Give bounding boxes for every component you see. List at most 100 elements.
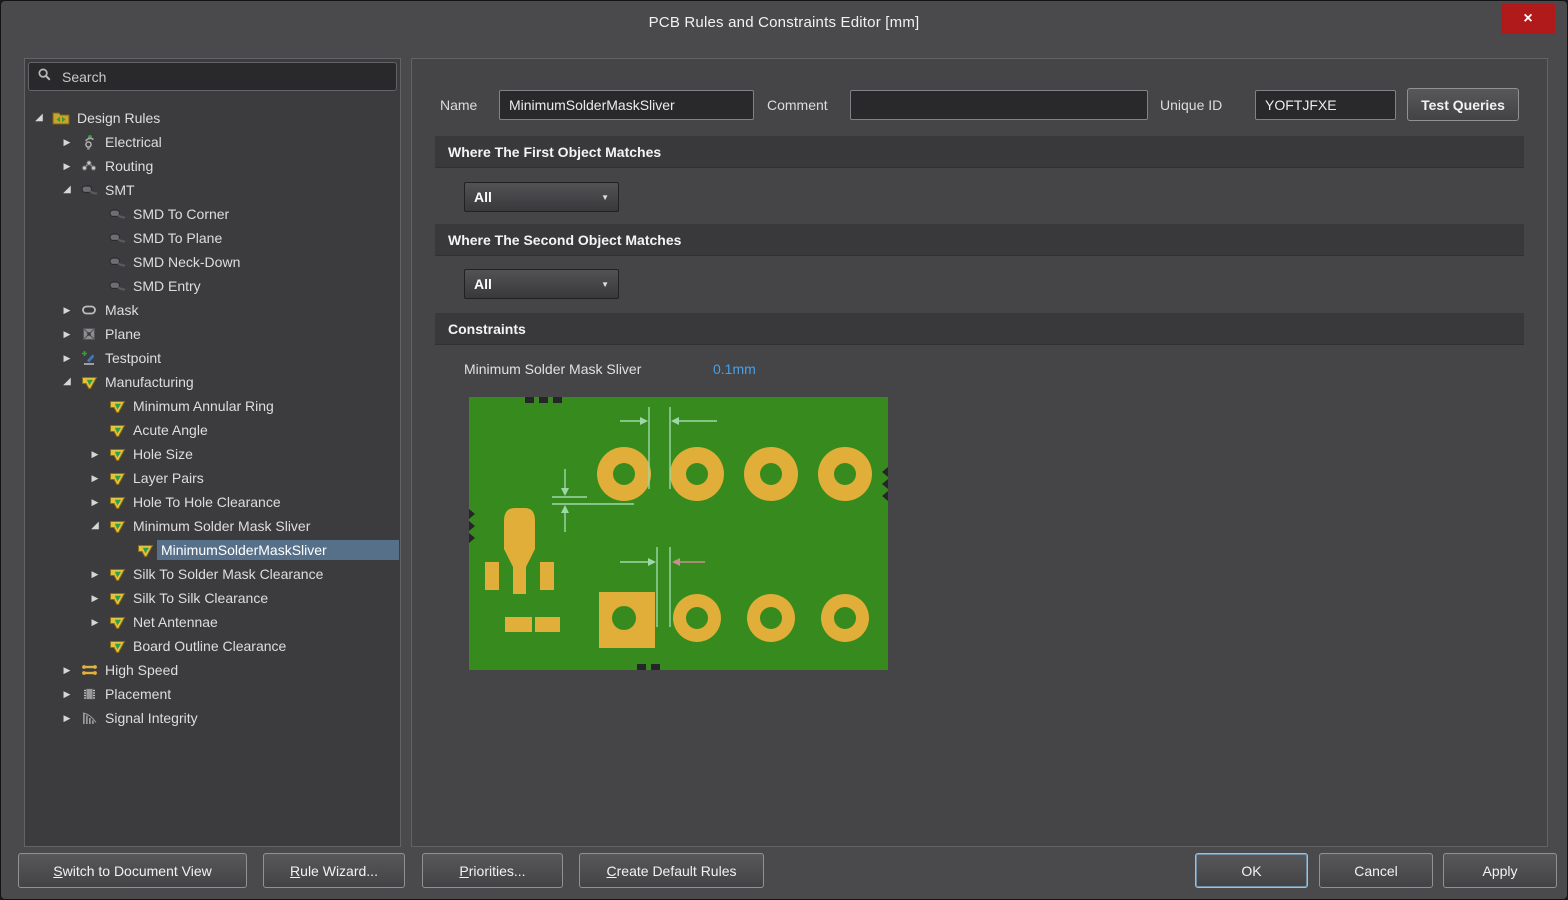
first-object-section-header: Where The First Object Matches	[435, 136, 1524, 168]
constraints-section-header: Constraints	[435, 313, 1524, 345]
expand-arrow-icon[interactable]: ▶	[85, 562, 105, 586]
rules-tree-panel: ◢Design Rules▶Electrical▶Routing◢SMTSMD …	[24, 58, 401, 847]
smt-icon	[77, 183, 101, 197]
tree-item-label: SMD Entry	[129, 276, 205, 296]
tree-item-electrical[interactable]: ▶Electrical	[25, 130, 400, 154]
tree-item-label: Hole To Hole Clearance	[129, 492, 285, 512]
routing-icon	[77, 158, 101, 174]
search-input[interactable]	[60, 68, 388, 86]
unique-id-field[interactable]	[1255, 90, 1396, 120]
tree-item-label: MinimumSolderMaskSliver	[157, 540, 399, 560]
tree-item-smd-to-corner[interactable]: SMD To Corner	[25, 202, 400, 226]
rules-tree: ◢Design Rules▶Electrical▶Routing◢SMTSMD …	[25, 106, 400, 846]
tree-item-label: Placement	[101, 684, 175, 704]
collapse-arrow-icon[interactable]: ◢	[57, 178, 77, 202]
test-queries-button[interactable]: Test Queries	[1407, 88, 1519, 121]
tree-item-smt[interactable]: ◢SMT	[25, 178, 400, 202]
tree-item-silk-to-silk-clearance[interactable]: ▶Silk To Silk Clearance	[25, 586, 400, 610]
titlebar: PCB Rules and Constraints Editor [mm] ×	[1, 1, 1567, 47]
tree-item-testpoint[interactable]: ▶Testpoint	[25, 346, 400, 370]
switch-to-document-view-button[interactable]: Switch to Document View	[18, 853, 247, 888]
manufacturing-icon	[105, 591, 129, 606]
manufacturing-icon	[105, 447, 129, 462]
tree-item-smd-entry[interactable]: SMD Entry	[25, 274, 400, 298]
tree-item-signal-integrity[interactable]: ▶Signal Integrity	[25, 706, 400, 730]
testpoint-icon	[77, 350, 101, 366]
design-rules-icon	[49, 110, 73, 126]
expand-arrow-icon[interactable]: ▶	[85, 586, 105, 610]
tree-item-plane[interactable]: ▶Plane	[25, 322, 400, 346]
collapse-arrow-icon[interactable]: ◢	[57, 370, 77, 394]
plane-icon	[77, 326, 101, 342]
manufacturing-icon	[105, 471, 129, 486]
expand-arrow-icon[interactable]: ▶	[57, 154, 77, 178]
tree-item-hole-to-hole-clearance[interactable]: ▶ Hole To Hole Clearance	[25, 490, 400, 514]
second-object-section-header: Where The Second Object Matches	[435, 224, 1524, 256]
second-object-dropdown[interactable]: All ▼	[464, 269, 619, 299]
pcb-rules-dialog: PCB Rules and Constraints Editor [mm] × …	[0, 0, 1568, 900]
rule-wizard-button[interactable]: Rule Wizard...	[263, 853, 405, 888]
tree-item-mask[interactable]: ▶Mask	[25, 298, 400, 322]
collapse-arrow-icon[interactable]: ◢	[85, 514, 105, 538]
pcb-constraint-diagram	[469, 397, 888, 670]
collapse-arrow-icon[interactable]: ◢	[29, 106, 49, 130]
first-object-dropdown[interactable]: All ▼	[464, 182, 619, 212]
constraint-label: Minimum Solder Mask Sliver	[464, 357, 641, 381]
tree-item-label: SMD Neck-Down	[129, 252, 244, 272]
expand-arrow-icon[interactable]: ▶	[57, 322, 77, 346]
tree-item-label: Minimum Solder Mask Sliver	[129, 516, 314, 536]
rule-editor-panel: Name Comment Unique ID Test Queries Wher…	[411, 58, 1548, 847]
tree-item-manufacturing[interactable]: ◢Manufacturing	[25, 370, 400, 394]
close-icon[interactable]: ×	[1501, 4, 1555, 34]
expand-arrow-icon[interactable]: ▶	[85, 466, 105, 490]
cancel-button[interactable]: Cancel	[1319, 853, 1433, 888]
tree-item-acute-angle[interactable]: Acute Angle	[25, 418, 400, 442]
expand-arrow-icon[interactable]: ▶	[57, 706, 77, 730]
tree-item-label: Acute Angle	[129, 420, 212, 440]
tree-item-hole-size[interactable]: ▶ Hole Size	[25, 442, 400, 466]
tree-item-label: Routing	[101, 156, 157, 176]
second-object-dropdown-value: All	[474, 276, 492, 292]
comment-label: Comment	[767, 90, 828, 120]
expand-arrow-icon[interactable]: ▶	[57, 298, 77, 322]
tree-item-net-antennae[interactable]: ▶Net Antennae	[25, 610, 400, 634]
expand-arrow-icon[interactable]: ▶	[85, 610, 105, 634]
tree-item-routing[interactable]: ▶ Routing	[25, 154, 400, 178]
constraint-value-field[interactable]: 0.1mm	[713, 357, 756, 381]
tree-item-silk-to-solder-mask-clearance[interactable]: ▶Silk To Solder Mask Clearance	[25, 562, 400, 586]
dialog-title: PCB Rules and Constraints Editor [mm]	[1, 14, 1567, 31]
smt-icon	[105, 279, 129, 293]
tree-item-placement[interactable]: ▶ Placement	[25, 682, 400, 706]
comment-field[interactable]	[850, 90, 1148, 120]
tree-item-smd-neck-down[interactable]: SMD Neck-Down	[25, 250, 400, 274]
constraint-row: Minimum Solder Mask Sliver 0.1mm	[464, 357, 641, 381]
expand-arrow-icon[interactable]: ▶	[57, 130, 77, 154]
tree-item-label: SMD To Corner	[129, 204, 233, 224]
expand-arrow-icon[interactable]: ▶	[85, 490, 105, 514]
apply-button[interactable]: Apply	[1443, 853, 1557, 888]
name-field[interactable]	[499, 90, 754, 120]
expand-arrow-icon[interactable]: ▶	[85, 442, 105, 466]
ok-button[interactable]: OK	[1195, 853, 1308, 888]
expand-arrow-icon[interactable]: ▶	[57, 658, 77, 682]
tree-item-minimumsoldermasksliver[interactable]: MinimumSolderMaskSliver	[25, 538, 400, 562]
tree-item-smd-to-plane[interactable]: SMD To Plane	[25, 226, 400, 250]
priorities-button[interactable]: Priorities...	[422, 853, 563, 888]
tree-item-label: Hole Size	[129, 444, 197, 464]
manufacturing-icon	[105, 519, 129, 534]
tree-item-minimum-annular-ring[interactable]: Minimum Annular Ring	[25, 394, 400, 418]
tree-item-layer-pairs[interactable]: ▶Layer Pairs	[25, 466, 400, 490]
search-box[interactable]	[28, 62, 397, 91]
tree-item-high-speed[interactable]: ▶High Speed	[25, 658, 400, 682]
expand-arrow-icon[interactable]: ▶	[57, 346, 77, 370]
expand-arrow-icon[interactable]: ▶	[57, 682, 77, 706]
create-default-rules-button[interactable]: Create Default Rules	[579, 853, 764, 888]
tree-item-minimum-solder-mask-sliver[interactable]: ◢ Minimum Solder Mask Sliver	[25, 514, 400, 538]
tree-item-label: Minimum Annular Ring	[129, 396, 278, 416]
name-label: Name	[440, 90, 477, 120]
tree-item-label: Board Outline Clearance	[129, 636, 290, 656]
manufacturing-icon	[105, 615, 129, 630]
tree-item-board-outline-clearance[interactable]: Board Outline Clearance	[25, 634, 400, 658]
tree-item-design-rules[interactable]: ◢Design Rules	[25, 106, 400, 130]
signal-integrity-icon	[77, 710, 101, 726]
